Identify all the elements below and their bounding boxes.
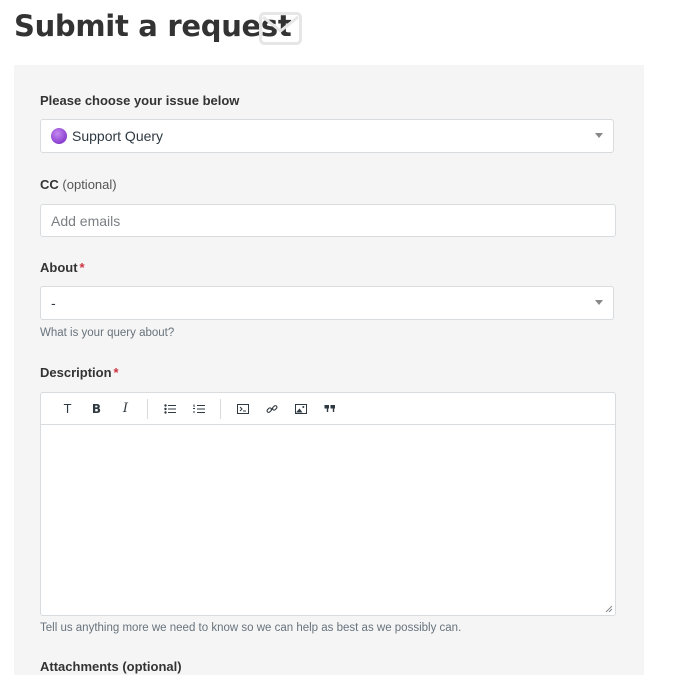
description-label: Description * (40, 365, 119, 380)
issue-color-dot-icon (51, 128, 67, 144)
chevron-down-icon (595, 300, 603, 305)
resize-handle-icon[interactable] (605, 605, 613, 613)
quote-icon[interactable] (315, 397, 344, 421)
about-selected-value: - (51, 295, 56, 311)
toolbar-divider (220, 398, 221, 419)
request-form: Please choose your issue below Support Q… (14, 65, 644, 675)
image-icon[interactable] (286, 397, 315, 421)
cc-label: CC (optional) (40, 177, 117, 192)
toolbar-divider (147, 398, 148, 419)
about-select[interactable]: - (40, 286, 614, 320)
italic-icon[interactable]: I (111, 397, 140, 421)
bulleted-list-icon[interactable] (155, 397, 184, 421)
issue-select[interactable]: Support Query (40, 119, 614, 153)
description-editor: T B I (40, 392, 616, 616)
code-block-icon[interactable] (228, 397, 257, 421)
envelope-icon (259, 12, 302, 45)
editor-toolbar: T B I (41, 393, 615, 425)
required-asterisk: * (79, 260, 85, 275)
description-hint: Tell us anything more we need to know so… (40, 622, 462, 634)
about-hint: What is your query about? (40, 327, 175, 339)
attachments-label: Attachments (optional) (40, 659, 182, 674)
chevron-down-icon (595, 133, 603, 138)
link-icon[interactable] (257, 397, 286, 421)
required-asterisk: * (113, 365, 119, 380)
cc-optional-text: (optional) (62, 177, 117, 192)
description-textarea[interactable] (41, 425, 615, 615)
page-header: Submit a request (14, 4, 292, 48)
numbered-list-icon[interactable] (184, 397, 213, 421)
issue-label: Please choose your issue below (40, 93, 240, 108)
issue-selected-value: Support Query (72, 128, 164, 144)
about-label: About * (40, 260, 85, 275)
page-title: Submit a request (14, 9, 292, 43)
text-style-icon[interactable]: T (53, 397, 82, 421)
bold-icon[interactable]: B (82, 397, 111, 421)
cc-email-input[interactable] (40, 204, 616, 237)
